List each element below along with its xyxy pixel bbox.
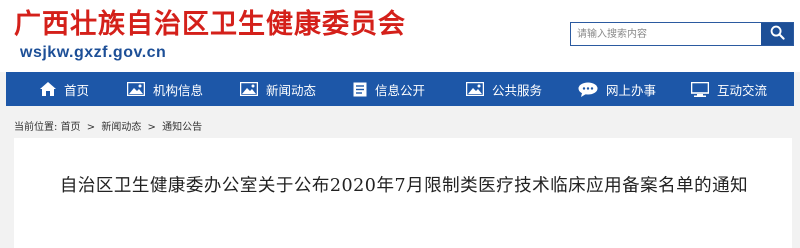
search-input[interactable]	[571, 23, 761, 45]
image-icon	[240, 82, 258, 96]
site-url[interactable]: wsjkw.gxzf.gov.cn	[20, 44, 166, 62]
article-panel: 自治区卫生健康委办公室关于公布2020年7月限制类医疗技术临床应用备案名单的通知	[14, 138, 792, 248]
nav-item-public-service[interactable]: 公共服务	[466, 72, 542, 106]
nav-item-label: 首页	[64, 82, 90, 98]
breadcrumb: 当前位置: 首页 > 新闻动态 > 通知公告	[14, 118, 202, 133]
site-title[interactable]: 广西壮族自治区卫生健康委员会	[14, 2, 406, 41]
nav-item-label: 机构信息	[153, 82, 204, 98]
nav-item-news[interactable]: 新闻动态	[240, 72, 316, 106]
nav-item-online-service[interactable]: 网上办事	[578, 72, 656, 106]
nav-item-info-public[interactable]: 信息公开	[353, 72, 425, 106]
nav-item-label: 网上办事	[606, 82, 657, 98]
breadcrumb-separator: >	[86, 122, 96, 133]
breadcrumb-prefix: 当前位置:	[14, 122, 58, 133]
image-icon	[466, 82, 484, 96]
breadcrumb-separator: >	[147, 122, 156, 133]
breadcrumb-link-notices[interactable]: 通知公告	[162, 122, 202, 133]
image-icon	[127, 82, 145, 96]
search-box	[570, 22, 794, 46]
nav-item-label: 新闻动态	[266, 82, 317, 98]
search-icon	[770, 25, 785, 44]
site-header: 广西壮族自治区卫生健康委员会 wsjkw.gxzf.gov.cn	[0, 0, 800, 72]
nav-item-org-info[interactable]: 机构信息	[127, 72, 203, 106]
main-nav: 首页 机构信息 新闻动态 信息公开 公共服务 网上办事 互动交流	[6, 72, 794, 106]
nav-item-home[interactable]: 首页	[40, 72, 89, 106]
document-icon	[353, 82, 367, 97]
nav-item-interaction[interactable]: 互动交流	[691, 72, 767, 106]
nav-item-label: 互动交流	[717, 82, 768, 98]
search-button[interactable]	[761, 23, 793, 45]
breadcrumb-link-home[interactable]: 首页	[61, 122, 81, 133]
home-icon	[40, 82, 56, 96]
nav-item-label: 信息公开	[375, 82, 426, 98]
chat-icon	[578, 82, 598, 97]
breadcrumb-link-news[interactable]: 新闻动态	[101, 122, 141, 133]
nav-item-label: 公共服务	[492, 82, 543, 98]
article-title: 自治区卫生健康委办公室关于公布2020年7月限制类医疗技术临床应用备案名单的通知	[59, 176, 749, 196]
monitor-icon	[691, 81, 709, 97]
